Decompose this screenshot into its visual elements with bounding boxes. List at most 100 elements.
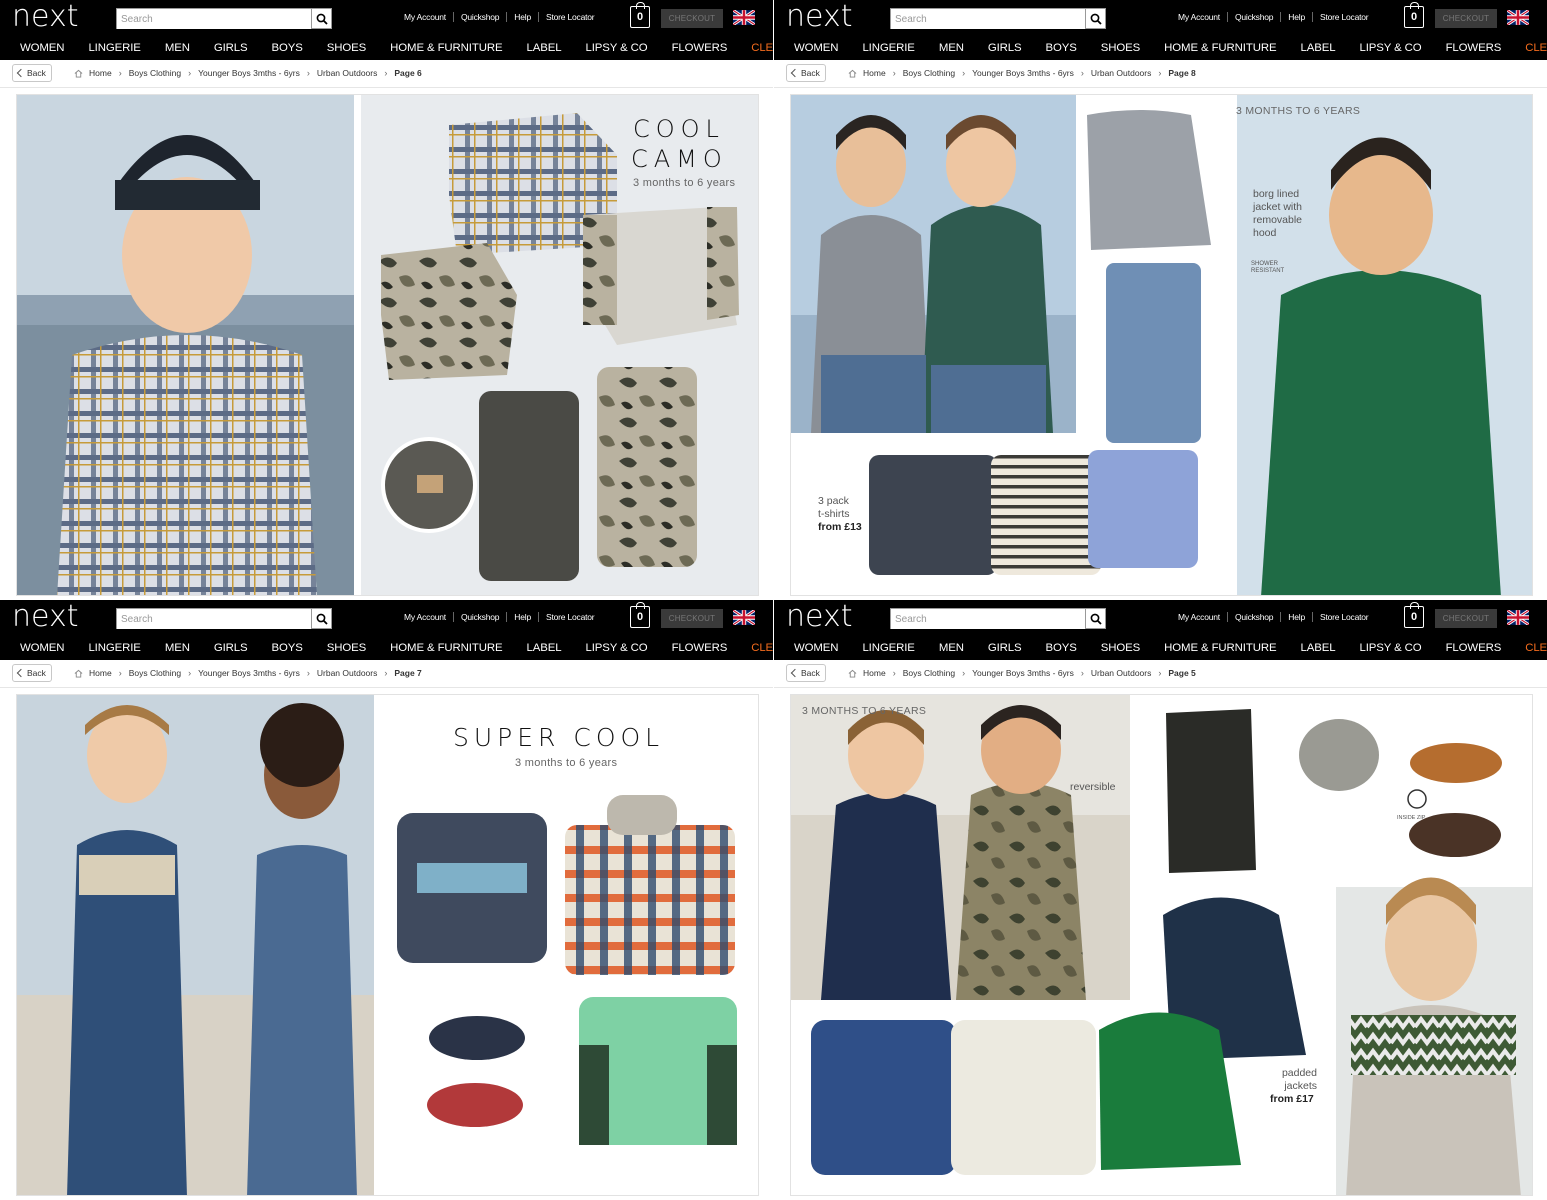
- checkout-button[interactable]: CHECKOUT: [1435, 9, 1497, 28]
- nav-girls[interactable]: GIRLS: [214, 642, 248, 654]
- nav-label[interactable]: LABEL: [1300, 42, 1335, 54]
- my-account-link[interactable]: My Account: [404, 612, 446, 622]
- home-icon[interactable]: [74, 69, 83, 78]
- crumb-home[interactable]: Home: [89, 668, 112, 678]
- checkout-button[interactable]: CHECKOUT: [1435, 609, 1497, 628]
- crumb-home[interactable]: Home: [863, 668, 886, 678]
- my-account-link[interactable]: My Account: [1178, 612, 1220, 622]
- nav-men[interactable]: MEN: [939, 642, 964, 654]
- help-link[interactable]: Help: [514, 12, 531, 22]
- search-input[interactable]: [117, 610, 311, 629]
- crumb-boys-clothing[interactable]: Boys Clothing: [903, 668, 955, 678]
- crumb-home[interactable]: Home: [863, 68, 886, 78]
- nav-boys[interactable]: BOYS: [1046, 642, 1077, 654]
- search-button[interactable]: [311, 9, 331, 28]
- nav-lingerie[interactable]: LINGERIE: [88, 642, 140, 654]
- shopping-bag-icon[interactable]: 0: [1404, 602, 1424, 628]
- back-button[interactable]: Back: [786, 64, 826, 82]
- crumb-boys-clothing[interactable]: Boys Clothing: [129, 68, 181, 78]
- next-logo[interactable]: next: [12, 600, 78, 634]
- nav-girls[interactable]: GIRLS: [214, 42, 248, 54]
- nav-boys[interactable]: BOYS: [272, 642, 303, 654]
- nav-lipsy[interactable]: LIPSY & CO: [1359, 42, 1421, 54]
- nav-shoes[interactable]: SHOES: [1101, 42, 1140, 54]
- uk-flag-icon[interactable]: [733, 610, 755, 625]
- back-button[interactable]: Back: [12, 64, 52, 82]
- nav-lipsy[interactable]: LIPSY & CO: [585, 42, 647, 54]
- back-button[interactable]: Back: [786, 664, 826, 682]
- nav-label[interactable]: LABEL: [526, 642, 561, 654]
- search-input[interactable]: [117, 10, 311, 29]
- nav-lipsy[interactable]: LIPSY & CO: [1359, 642, 1421, 654]
- nav-flowers[interactable]: FLOWERS: [1446, 642, 1502, 654]
- home-icon[interactable]: [848, 669, 857, 678]
- quickshop-link[interactable]: Quickshop: [1235, 12, 1274, 22]
- nav-home-furniture[interactable]: HOME & FURNITURE: [1164, 642, 1276, 654]
- next-logo[interactable]: next: [12, 0, 78, 34]
- checkout-button[interactable]: CHECKOUT: [661, 609, 723, 628]
- nav-lingerie[interactable]: LINGERIE: [862, 642, 914, 654]
- my-account-link[interactable]: My Account: [1178, 12, 1220, 22]
- crumb-home[interactable]: Home: [89, 68, 112, 78]
- crumb-younger-boys[interactable]: Younger Boys 3mths - 6yrs: [972, 68, 1074, 78]
- nav-clearance[interactable]: CLEARANCE: [751, 42, 773, 54]
- next-logo[interactable]: next: [786, 600, 852, 634]
- nav-flowers[interactable]: FLOWERS: [672, 42, 728, 54]
- nav-boys[interactable]: BOYS: [1046, 42, 1077, 54]
- crumb-boys-clothing[interactable]: Boys Clothing: [129, 668, 181, 678]
- home-icon[interactable]: [74, 669, 83, 678]
- help-link[interactable]: Help: [1288, 612, 1305, 622]
- store-locator-link[interactable]: Store Locator: [546, 12, 595, 22]
- home-icon[interactable]: [848, 69, 857, 78]
- crumb-urban-outdoors[interactable]: Urban Outdoors: [317, 68, 377, 78]
- checkout-button[interactable]: CHECKOUT: [661, 9, 723, 28]
- help-link[interactable]: Help: [514, 612, 531, 622]
- search-input[interactable]: [891, 610, 1085, 629]
- nav-shoes[interactable]: SHOES: [1101, 642, 1140, 654]
- nav-clearance[interactable]: CLEARANCE: [1525, 642, 1547, 654]
- quickshop-link[interactable]: Quickshop: [1235, 612, 1274, 622]
- crumb-boys-clothing[interactable]: Boys Clothing: [903, 68, 955, 78]
- crumb-younger-boys[interactable]: Younger Boys 3mths - 6yrs: [198, 668, 300, 678]
- crumb-urban-outdoors[interactable]: Urban Outdoors: [317, 668, 377, 678]
- nav-women[interactable]: WOMEN: [20, 642, 65, 654]
- nav-shoes[interactable]: SHOES: [327, 642, 366, 654]
- nav-clearance[interactable]: CLEARANCE: [1525, 42, 1547, 54]
- nav-flowers[interactable]: FLOWERS: [672, 642, 728, 654]
- nav-lipsy[interactable]: LIPSY & CO: [585, 642, 647, 654]
- nav-men[interactable]: MEN: [165, 42, 190, 54]
- quickshop-link[interactable]: Quickshop: [461, 12, 500, 22]
- store-locator-link[interactable]: Store Locator: [1320, 12, 1369, 22]
- quickshop-link[interactable]: Quickshop: [461, 612, 500, 622]
- uk-flag-icon[interactable]: [1507, 10, 1529, 25]
- shopping-bag-icon[interactable]: 0: [1404, 2, 1424, 28]
- nav-women[interactable]: WOMEN: [20, 42, 65, 54]
- search-button[interactable]: [1085, 9, 1105, 28]
- uk-flag-icon[interactable]: [733, 10, 755, 25]
- nav-home-furniture[interactable]: HOME & FURNITURE: [1164, 42, 1276, 54]
- nav-girls[interactable]: GIRLS: [988, 42, 1022, 54]
- store-locator-link[interactable]: Store Locator: [1320, 612, 1369, 622]
- nav-label[interactable]: LABEL: [526, 42, 561, 54]
- nav-lingerie[interactable]: LINGERIE: [862, 42, 914, 54]
- my-account-link[interactable]: My Account: [404, 12, 446, 22]
- nav-home-furniture[interactable]: HOME & FURNITURE: [390, 642, 502, 654]
- nav-women[interactable]: WOMEN: [794, 642, 839, 654]
- nav-lingerie[interactable]: LINGERIE: [88, 42, 140, 54]
- nav-shoes[interactable]: SHOES: [327, 42, 366, 54]
- nav-label[interactable]: LABEL: [1300, 642, 1335, 654]
- nav-men[interactable]: MEN: [165, 642, 190, 654]
- nav-men[interactable]: MEN: [939, 42, 964, 54]
- nav-flowers[interactable]: FLOWERS: [1446, 42, 1502, 54]
- nav-women[interactable]: WOMEN: [794, 42, 839, 54]
- shopping-bag-icon[interactable]: 0: [630, 602, 650, 628]
- search-input[interactable]: [891, 10, 1085, 29]
- next-logo[interactable]: next: [786, 0, 852, 34]
- help-link[interactable]: Help: [1288, 12, 1305, 22]
- crumb-younger-boys[interactable]: Younger Boys 3mths - 6yrs: [972, 668, 1074, 678]
- uk-flag-icon[interactable]: [1507, 610, 1529, 625]
- nav-home-furniture[interactable]: HOME & FURNITURE: [390, 42, 502, 54]
- nav-clearance[interactable]: CLEARANCE: [751, 642, 773, 654]
- shopping-bag-icon[interactable]: 0: [630, 2, 650, 28]
- store-locator-link[interactable]: Store Locator: [546, 612, 595, 622]
